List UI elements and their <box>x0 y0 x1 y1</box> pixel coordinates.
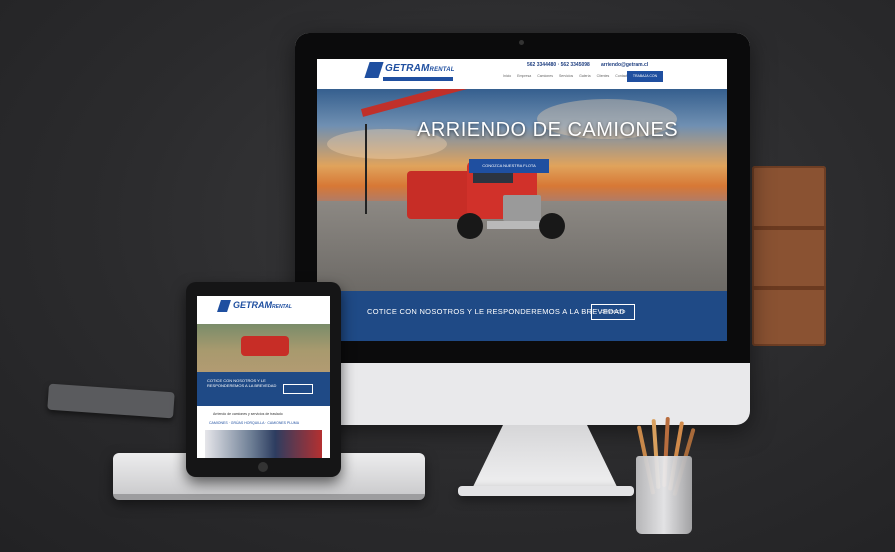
crane-arm <box>360 89 470 117</box>
tablet-site-logo[interactable]: GETRAMRENTAL <box>233 300 292 310</box>
desktop-monitor: GETRAMRENTAL 562 3344480 · 562 3345098 a… <box>295 33 750 425</box>
smartphone <box>47 383 175 419</box>
hero-banner: ARRIENDO DE CAMIONES CONOZCA NUESTRA FLO… <box>317 89 727 291</box>
quote-text: COTICE CON NOSOTROS Y LE RESPONDEREMOS A… <box>367 307 625 316</box>
logo-mark-icon <box>364 62 384 78</box>
site-header: GETRAMRENTAL 562 3344480 · 562 3345098 a… <box>317 59 727 89</box>
logo-underline <box>383 77 453 81</box>
monitor-bezel: GETRAMRENTAL 562 3344480 · 562 3345098 a… <box>295 33 750 363</box>
tablet-screen: GETRAMRENTAL COTICE CON NOSOTROS Y LE RE… <box>197 296 330 458</box>
wooden-crate <box>752 166 826 346</box>
tablet-quote-text: COTICE CON NOSOTROS Y LE RESPONDEREMOS A… <box>207 378 277 388</box>
tablet-links[interactable]: CAMIONES · GRÚAS HORQUILLA · CAMIONES PL… <box>209 421 299 425</box>
phone-numbers: 562 3344480 · 562 3345098 <box>527 62 590 68</box>
nav-item[interactable]: Clientes <box>597 74 610 82</box>
tablet: GETRAMRENTAL COTICE CON NOSOTROS Y LE RE… <box>186 282 341 477</box>
work-with-us-button[interactable]: TRABAJA CON NOSOTROS <box>627 71 663 89</box>
crane-cable <box>365 124 367 214</box>
monitor-screen: GETRAMRENTAL 562 3344480 · 562 3345098 a… <box>317 59 727 341</box>
main-nav: Inicio Empresa Camiones Servicios Galerí… <box>503 74 629 82</box>
tablet-truck-image <box>241 336 289 356</box>
logo-mark-icon <box>217 300 231 312</box>
camera-icon <box>519 40 524 45</box>
nav-item[interactable]: Servicios <box>559 74 573 82</box>
nav-item[interactable]: Inicio <box>503 74 511 82</box>
laptop-edge <box>113 494 425 500</box>
nav-item[interactable]: Camiones <box>537 74 553 82</box>
truck-grille <box>503 195 541 221</box>
email-link[interactable]: arriendo@getram.cl <box>601 62 648 68</box>
home-button-icon[interactable] <box>258 462 268 472</box>
tablet-intro-text: Arriendo de camiones y servicios de tras… <box>213 412 283 416</box>
nav-item[interactable]: Empresa <box>517 74 531 82</box>
monitor-stand <box>470 425 620 493</box>
monitor-foot <box>458 486 634 496</box>
pencil-cup <box>636 456 692 534</box>
truck-wheel <box>457 213 483 239</box>
truck-wheel <box>539 213 565 239</box>
fleet-button[interactable]: CONOZCA NUESTRA FLOTA <box>469 159 549 173</box>
tablet-contact-button[interactable] <box>283 384 313 394</box>
hero-title: ARRIENDO DE CAMIONES <box>417 119 679 141</box>
contact-button[interactable]: CONTACTO <box>591 304 635 320</box>
tablet-gallery-image <box>205 430 322 458</box>
quote-band: COTICE CON NOSOTROS Y LE RESPONDEREMOS A… <box>317 291 727 341</box>
tablet-quote-band: COTICE CON NOSOTROS Y LE RESPONDEREMOS A… <box>197 372 330 406</box>
site-logo[interactable]: GETRAMRENTAL <box>385 63 455 74</box>
nav-item[interactable]: Galería <box>579 74 590 82</box>
